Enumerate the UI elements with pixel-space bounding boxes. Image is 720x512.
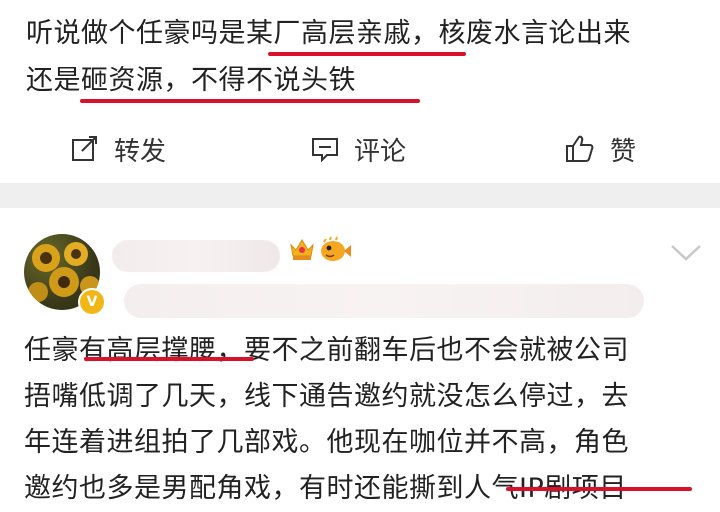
underline-mark — [84, 357, 254, 361]
puffer-fish-badge-icon — [321, 236, 351, 261]
underline-mark — [268, 52, 466, 56]
like-label: 赞 — [610, 136, 637, 167]
post-2-line-1: 任豪有高层撑腰，要不之前翻车后也不会就被公司 — [24, 335, 629, 366]
comment-label: 评论 — [354, 136, 407, 167]
chevron-down-icon[interactable] — [668, 242, 704, 264]
underline-mark — [80, 99, 420, 103]
like-button[interactable]: 赞 — [564, 129, 636, 169]
repost-button[interactable]: 转发 — [70, 129, 166, 169]
underline-mark — [506, 487, 692, 491]
post-meta-blurred — [124, 284, 644, 318]
post-1-text: 听说做个任豪吗是某厂高层亲戚，核废水言论出来 还是砸资源，不得不说头铁 — [26, 10, 706, 104]
repost-icon — [72, 136, 97, 161]
post-card-1: 听说做个任豪吗是某厂高层亲戚，核废水言论出来 还是砸资源，不得不说头铁 转发 评… — [0, 0, 720, 183]
post-card-2: V 任豪有高层撑腰，要不之前翻车后也不会就被公司 捂嘴低调了几天，线下通告邀约就… — [0, 208, 720, 504]
post-1-line-1: 听说做个任豪吗是某厂高层亲戚，核废水言论出来 — [26, 18, 631, 49]
feed-separator — [0, 183, 720, 208]
comment-icon — [312, 138, 338, 163]
post-2-text: 任豪有高层撑腰，要不之前翻车后也不会就被公司 捂嘴低调了几天，线下通告邀约就没怎… — [24, 328, 704, 512]
username-blurred[interactable] — [112, 240, 280, 272]
post-2-line-3: 年连着进组拍了几部戏。他现在咖位并不高，角色 — [24, 427, 629, 458]
post-2-line-2: 捂嘴低调了几天，线下通告邀约就没怎么停过，去 — [24, 381, 629, 412]
crown-badge-icon — [290, 239, 314, 260]
comment-button[interactable]: 评论 — [310, 129, 406, 169]
repost-label: 转发 — [114, 136, 167, 167]
post-1-actions: 转发 评论 赞 — [0, 119, 720, 179]
verified-badge: V — [78, 288, 106, 316]
thumbs-up-icon — [566, 135, 594, 162]
post-1-line-2: 还是砸资源，不得不说头铁 — [26, 65, 356, 96]
